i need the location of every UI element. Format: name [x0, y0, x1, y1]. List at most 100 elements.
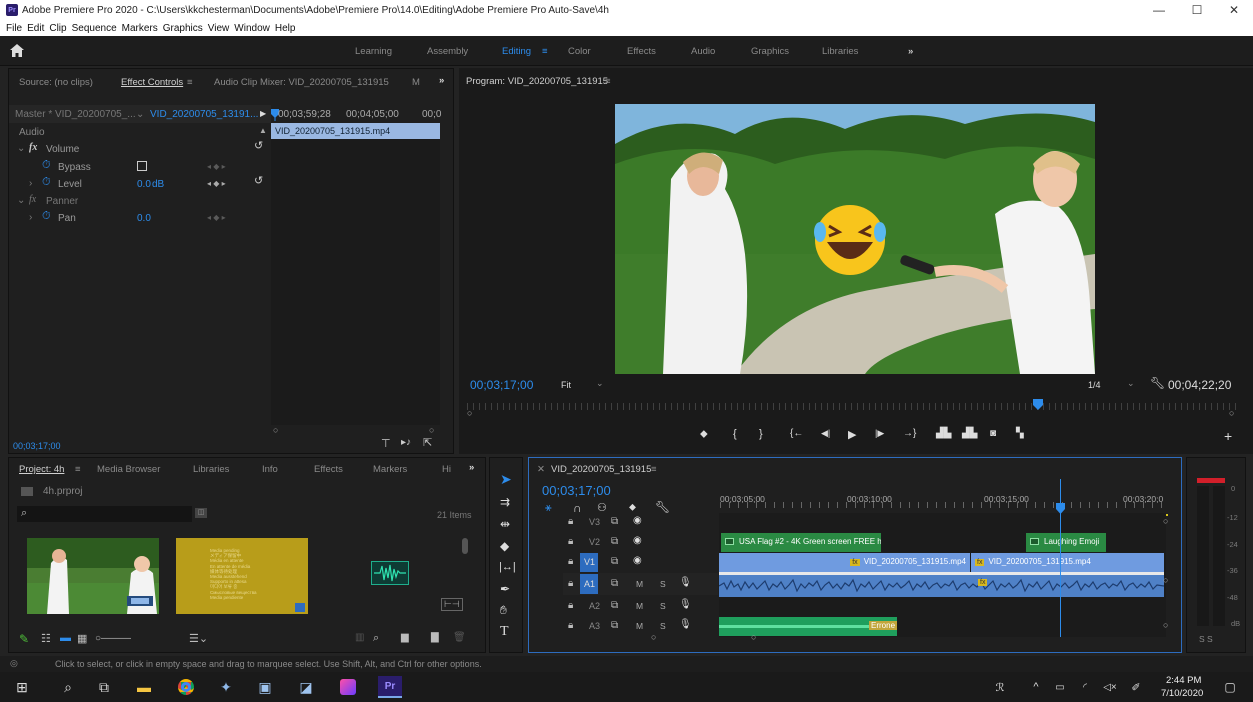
app-icon[interactable]: [338, 677, 358, 697]
sequence-tab[interactable]: VID_20200705_131915: [551, 464, 651, 475]
track-select-tool-icon[interactable]: ⇉: [500, 495, 510, 509]
ec-clip-bar[interactable]: VID_20200705_131915.mp4: [271, 123, 440, 139]
project-scrollbar[interactable]: [462, 538, 468, 554]
panel-overflow-icon[interactable]: »: [469, 462, 474, 473]
home-icon[interactable]: [10, 44, 24, 57]
automate-to-sequence-icon[interactable]: ▥: [355, 632, 364, 643]
razor-tool-icon[interactable]: ◆: [500, 539, 509, 553]
export-icon[interactable]: ⇱: [423, 436, 432, 449]
lock-icon[interactable]: 🔒︎: [568, 516, 573, 527]
track-end-handle[interactable]: ○: [1163, 620, 1168, 630]
premiere-taskbar-icon[interactable]: Pr: [378, 676, 402, 698]
clock-date[interactable]: 7/10/2020: [1161, 688, 1203, 699]
panel-menu-icon[interactable]: ≡: [605, 76, 611, 87]
microphone-icon[interactable]: 🎙︎: [679, 619, 692, 630]
panel-menu-icon[interactable]: ≡: [651, 464, 657, 475]
workspace-effects[interactable]: Effects: [627, 46, 656, 57]
eye-icon[interactable]: ◉: [633, 535, 642, 546]
ec-zoom-left-handle[interactable]: ○: [273, 425, 278, 435]
lock-icon[interactable]: 🔒︎: [568, 556, 573, 567]
ec-zoom-right-handle[interactable]: ○: [429, 425, 434, 435]
eye-icon[interactable]: ◉: [633, 515, 642, 526]
clear-icon[interactable]: 🗑︎: [453, 632, 466, 643]
timeline-zoom-right[interactable]: ○: [751, 632, 756, 642]
timeline-zoom-left[interactable]: ○: [651, 632, 656, 642]
play-icon[interactable]: ▶: [848, 428, 856, 441]
tab-effects[interactable]: Effects: [314, 464, 343, 475]
export-frame-icon[interactable]: ◙: [990, 428, 996, 439]
workspace-editing-menu-icon[interactable]: ≡: [542, 46, 548, 57]
mute-button[interactable]: M: [636, 601, 643, 611]
solo-button[interactable]: S: [660, 601, 666, 611]
menu-graphics[interactable]: Graphics: [163, 23, 203, 34]
program-scrubber[interactable]: ○ ○: [467, 398, 1239, 418]
reset-icon[interactable]: ↺: [254, 174, 263, 187]
level-value[interactable]: 0.0: [137, 179, 151, 190]
keyframe-nav-icon[interactable]: ◂ ◆ ▸: [207, 179, 226, 188]
program-playhead[interactable]: [467, 399, 1239, 411]
app-icon[interactable]: ▣: [255, 677, 275, 697]
app-icon[interactable]: ◪: [296, 677, 316, 697]
thumbnail-media-pending[interactable]: Media pending メディア保留中 Média en attente E…: [176, 538, 308, 614]
tab-effect-controls[interactable]: Effect Controls: [121, 77, 183, 88]
keyframe-nav-icon[interactable]: ◂ ◆ ▸: [207, 213, 226, 222]
ripple-edit-tool-icon[interactable]: ⇹: [500, 517, 510, 531]
eye-icon[interactable]: ◉: [633, 555, 642, 566]
project-search-input[interactable]: ⌕: [17, 506, 192, 522]
play-only-audio-icon[interactable]: ▶: [260, 109, 266, 118]
lock-icon[interactable]: 🔒︎: [568, 620, 573, 631]
sort-icon[interactable]: ☰⌄: [189, 632, 208, 645]
track-content-area[interactable]: USA Flag #2 - 4K Green screen FREE high …: [719, 479, 1166, 637]
track-end-handle[interactable]: ○: [1163, 575, 1168, 585]
tab-audio-clip-mixer[interactable]: Audio Clip Mixer: VID_20200705_131915: [214, 77, 389, 88]
button-editor-plus-icon[interactable]: +: [1224, 428, 1232, 444]
slip-tool-icon[interactable]: |↔|: [499, 561, 516, 573]
expand-chevron-icon[interactable]: ⌄: [17, 195, 25, 206]
clip-audio-a3[interactable]: Errone: [719, 617, 897, 636]
step-back-icon[interactable]: ◀|: [821, 428, 830, 439]
fit-dropdown[interactable]: Fit: [561, 380, 571, 390]
sync-lock-icon[interactable]: ⧉: [611, 516, 618, 527]
resolution-dropdown[interactable]: 1/4: [1088, 380, 1101, 390]
sync-lock-icon[interactable]: ⧉: [611, 600, 618, 611]
sync-lock-icon[interactable]: ⧉: [611, 536, 618, 547]
go-to-in-icon[interactable]: {←: [790, 428, 803, 439]
comparison-view-icon[interactable]: ▚: [1016, 428, 1024, 439]
close-button[interactable]: ✕: [1215, 0, 1253, 20]
wifi-icon[interactable]: ◜: [1075, 677, 1095, 697]
expand-chevron-icon[interactable]: ›: [29, 178, 32, 189]
clip-selector[interactable]: VID_20200705_13191...: [150, 109, 258, 120]
add-marker-icon[interactable]: ⬥: [629, 502, 636, 513]
stopwatch-icon[interactable]: ⏱: [42, 159, 51, 172]
bypass-checkbox[interactable]: [137, 161, 147, 171]
solo-button[interactable]: S: [660, 579, 666, 589]
program-video-frame[interactable]: [615, 104, 1095, 374]
type-tool-icon[interactable]: T: [500, 624, 509, 640]
mute-button[interactable]: M: [636, 621, 643, 631]
panel-menu-icon[interactable]: ≡: [187, 77, 193, 88]
list-view-icon[interactable]: ☷: [41, 632, 51, 645]
close-sequence-icon[interactable]: ✕: [537, 464, 545, 475]
task-view-icon[interactable]: ⧉: [94, 677, 114, 697]
mark-out-icon[interactable]: }: [759, 428, 763, 440]
timeline-timecode[interactable]: 00;03;17;00: [542, 483, 611, 498]
freeform-view-icon[interactable]: ▦: [77, 632, 87, 645]
tab-media-browser[interactable]: Media Browser: [97, 464, 160, 475]
menu-edit[interactable]: Edit: [27, 23, 44, 34]
search-icon[interactable]: ⌕: [58, 677, 78, 697]
stopwatch-icon[interactable]: ⏱: [42, 176, 51, 189]
wrench-icon[interactable]: 🔧︎: [655, 500, 670, 514]
pan-value[interactable]: 0.0: [137, 213, 151, 224]
chrome-icon[interactable]: [176, 677, 196, 697]
filter-icon[interactable]: ⊤: [381, 437, 391, 450]
people-icon[interactable]: ℛ: [990, 677, 1010, 697]
workspace-overflow-icon[interactable]: »: [908, 46, 913, 57]
clip-audio-a1[interactable]: fx: [719, 575, 1164, 597]
reset-icon[interactable]: ↺: [254, 139, 263, 152]
workspace-assembly[interactable]: Assembly: [427, 46, 468, 57]
workspace-learning[interactable]: Learning: [355, 46, 392, 57]
menu-view[interactable]: View: [208, 23, 230, 34]
tab-info[interactable]: Info: [262, 464, 278, 475]
nest-icon[interactable]: ⚹: [545, 502, 552, 515]
thumbnail-video-clip[interactable]: [27, 538, 159, 614]
